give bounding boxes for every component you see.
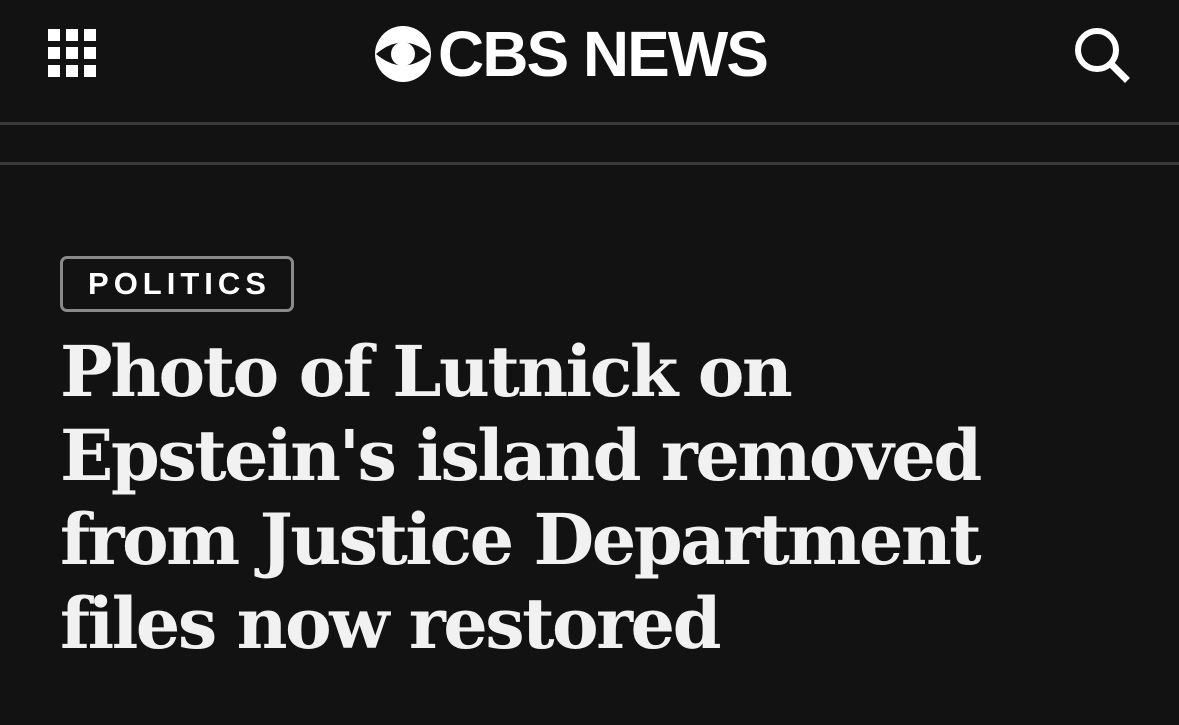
- search-button[interactable]: [1072, 25, 1130, 83]
- category-label: POLITICS: [88, 266, 271, 301]
- menu-button[interactable]: [48, 29, 96, 77]
- search-icon: [1075, 28, 1130, 83]
- grid-menu-icon: [48, 29, 96, 77]
- article-headline: Photo of Lutnick on Epstein's island rem…: [60, 330, 982, 665]
- category-badge[interactable]: POLITICS: [60, 256, 294, 312]
- cbs-eye-icon: [374, 25, 432, 83]
- site-header: CBS NEWS: [0, 0, 1179, 122]
- logo-text: CBS NEWS: [438, 18, 769, 90]
- cbs-news-logo[interactable]: CBS NEWS: [374, 18, 769, 90]
- header-divider-bottom: [0, 162, 1179, 165]
- header-divider-top: [0, 122, 1179, 125]
